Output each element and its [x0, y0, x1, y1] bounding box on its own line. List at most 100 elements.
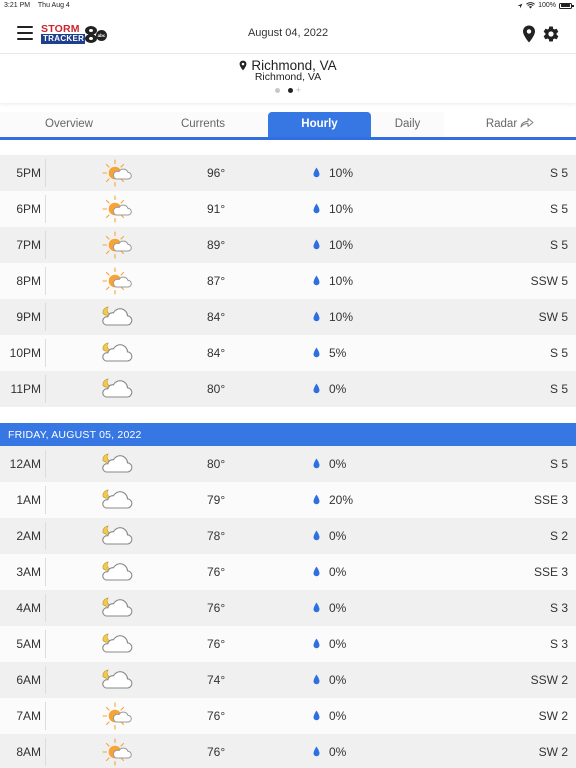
row-divider — [45, 267, 46, 295]
tab-label: Overview — [45, 118, 93, 130]
hour-temp: 78° — [207, 529, 226, 543]
hour-precip: 0% — [329, 529, 347, 543]
hour-wind: S 5 — [549, 202, 568, 216]
hour-temp: 76° — [207, 601, 226, 615]
partly-sunny-icon — [101, 231, 133, 259]
hour-temp: 80° — [207, 382, 226, 396]
hourly-row: 10PM 84° 5% S 5 — [0, 335, 576, 371]
hourly-row: 6PM 91° 10% S 5 — [0, 191, 576, 227]
location-pin-icon[interactable] — [522, 25, 536, 43]
hour-wind: S 2 — [549, 529, 568, 543]
hourly-row: 8AM 76° 0% SW 2 — [0, 734, 576, 768]
hourly-row: 9PM 84° 10% SW 5 — [0, 299, 576, 335]
hour-wind: SSE 3 — [533, 493, 568, 507]
raindrop-icon — [313, 311, 320, 322]
tab-overview[interactable]: Overview — [0, 112, 138, 137]
hour-time: 4AM — [16, 601, 41, 615]
hour-time: 1AM — [16, 493, 41, 507]
section-spacer — [0, 407, 576, 423]
raindrop-icon — [313, 530, 320, 541]
hour-temp: 76° — [207, 565, 226, 579]
hour-wind: S 5 — [549, 457, 568, 471]
hour-wind: S 5 — [549, 382, 568, 396]
hour-time: 2AM — [16, 529, 41, 543]
row-divider — [45, 738, 46, 766]
partly-cloudy-night-icon — [101, 558, 133, 586]
location-pager: + — [0, 86, 576, 95]
hourly-row: 1AM 79° 20% SSE 3 — [0, 482, 576, 518]
hour-precip: 10% — [329, 202, 354, 216]
hour-wind: SSE 3 — [533, 565, 568, 579]
raindrop-icon — [313, 458, 320, 469]
location-pin-icon — [239, 60, 247, 71]
partly-sunny-icon — [101, 738, 133, 766]
hour-precip: 10% — [329, 238, 354, 252]
tab-radar[interactable]: Radar — [444, 112, 576, 137]
partly-sunny-icon — [101, 702, 133, 730]
hour-temp: 84° — [207, 346, 226, 360]
partly-sunny-icon — [101, 159, 133, 187]
hour-time: 5AM — [16, 637, 41, 651]
tab-label: Daily — [394, 118, 421, 130]
hour-wind: S 3 — [549, 601, 568, 615]
row-divider — [45, 339, 46, 367]
location-subtitle: Richmond, VA — [254, 71, 322, 83]
tab-label: Currents — [180, 118, 226, 130]
hour-time: 11PM — [10, 382, 41, 396]
tab-daily[interactable]: Daily — [371, 112, 444, 137]
hour-time: 6PM — [16, 202, 41, 216]
hour-precip: 10% — [329, 274, 354, 288]
page-dot-1[interactable] — [274, 87, 280, 93]
raindrop-icon — [313, 203, 320, 214]
raindrop-icon — [313, 347, 320, 358]
hourly-row: 11PM 80° 0% S 5 — [0, 371, 576, 407]
location-arrow-icon — [517, 3, 523, 8]
partly-cloudy-night-icon — [101, 375, 133, 403]
status-bar: 3:21 PM Thu Aug 4 100% — [0, 0, 576, 12]
hour-precip: 0% — [329, 637, 347, 651]
tab-underline — [0, 137, 576, 140]
hourly-list[interactable]: 5PM 96° 10% S 5 6PM 91° 10% S 5 7PM 89° … — [0, 155, 576, 768]
row-divider — [45, 666, 46, 694]
tab-hourly[interactable]: Hourly — [268, 112, 371, 137]
hour-temp: 91° — [207, 202, 226, 216]
hour-time: 8PM — [16, 274, 41, 288]
row-divider — [45, 303, 46, 331]
raindrop-icon — [313, 746, 320, 757]
hour-time: 9PM — [16, 310, 41, 324]
hourly-row: 4AM 76° 0% S 3 — [0, 590, 576, 626]
raindrop-icon — [313, 638, 320, 649]
page-dot-2[interactable] — [287, 87, 293, 93]
raindrop-icon — [313, 602, 320, 613]
hour-temp: 89° — [207, 238, 226, 252]
raindrop-icon — [313, 239, 320, 250]
hour-temp: 87° — [207, 274, 226, 288]
hour-wind: S 5 — [549, 166, 568, 180]
partly-cloudy-night-icon — [101, 666, 133, 694]
location-panel: Richmond, VA Richmond, VA + — [0, 55, 576, 103]
hour-wind: SW 5 — [538, 310, 568, 324]
row-divider — [45, 558, 46, 586]
hourly-row: 8PM 87° 10% SSW 5 — [0, 263, 576, 299]
partly-sunny-icon — [101, 267, 133, 295]
hourly-row: 7AM 76° 0% SW 2 — [0, 698, 576, 734]
hour-wind: S 3 — [549, 637, 568, 651]
header-date: August 04, 2022 — [247, 27, 329, 39]
hour-time: 7PM — [16, 238, 41, 252]
tab-currents[interactable]: Currents — [138, 112, 268, 137]
raindrop-icon — [313, 566, 320, 577]
hour-temp: 96° — [207, 166, 226, 180]
hour-wind: SW 2 — [538, 745, 568, 759]
gear-icon[interactable] — [542, 25, 560, 43]
hour-wind: SSW 2 — [530, 673, 568, 687]
raindrop-icon — [313, 383, 320, 394]
status-time: 3:21 PM — [4, 2, 31, 9]
hourly-row: 3AM 76° 0% SSE 3 — [0, 554, 576, 590]
hour-wind: S 5 — [549, 346, 568, 360]
add-location-icon[interactable]: + — [296, 86, 301, 95]
row-divider — [45, 594, 46, 622]
row-divider — [45, 450, 46, 478]
partly-cloudy-night-icon — [101, 486, 133, 514]
hour-temp: 76° — [207, 709, 226, 723]
row-divider — [45, 486, 46, 514]
